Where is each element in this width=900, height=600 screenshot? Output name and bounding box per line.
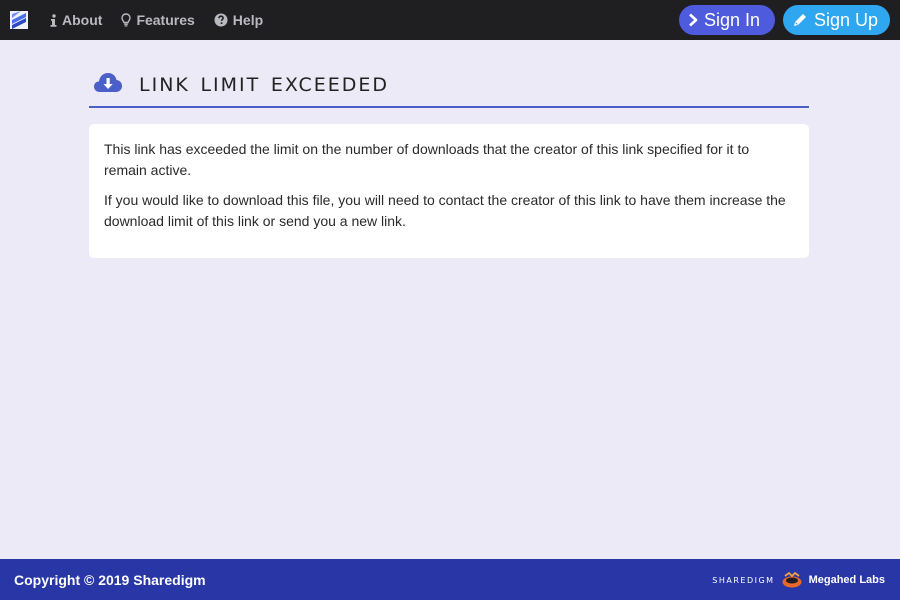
chevron-right-icon bbox=[688, 13, 698, 27]
nav-help-link[interactable]: Help bbox=[214, 12, 263, 28]
sign-up-button[interactable]: Sign Up bbox=[783, 5, 890, 35]
message-paragraph: This link has exceeded the limit on the … bbox=[104, 141, 750, 178]
sign-up-label: Sign Up bbox=[814, 9, 879, 30]
page-title: Link Limit Exceeded bbox=[139, 66, 389, 98]
question-circle-icon bbox=[214, 13, 228, 27]
nav-links: About Features Help bbox=[50, 0, 282, 40]
footer: Copyright © 2019 Sharedigm Sharedigm Meg… bbox=[0, 559, 900, 600]
megahed-labs-logo[interactable] bbox=[781, 571, 803, 588]
sharedigm-wordmark[interactable]: Sharedigm bbox=[712, 573, 774, 586]
page-heading: Link Limit Exceeded bbox=[89, 62, 809, 108]
lightbulb-icon bbox=[121, 13, 132, 27]
sign-in-label: Sign In bbox=[704, 9, 761, 30]
sharedigm-logo-icon[interactable] bbox=[9, 10, 29, 30]
sign-in-button[interactable]: Sign In bbox=[679, 5, 775, 35]
copyright-text: Copyright © 2019 Sharedigm bbox=[14, 571, 206, 588]
nav-features-label: Features bbox=[136, 12, 195, 28]
message-paragraph: If you would like to download this file,… bbox=[104, 192, 786, 229]
megahed-labs-label[interactable]: Megahed Labs bbox=[809, 574, 885, 586]
nav-help-label: Help bbox=[232, 12, 264, 28]
message-card: This link has exceeded the limit on the … bbox=[89, 124, 809, 258]
auth-buttons: Sign In Sign Up bbox=[679, 5, 890, 35]
nav-features-link[interactable]: Features bbox=[121, 12, 195, 28]
footer-brands: Sharedigm Megahed Labs bbox=[712, 559, 885, 600]
top-navbar: About Features Help Sign In Sign Up bbox=[0, 0, 900, 40]
nav-about-link[interactable]: About bbox=[50, 12, 102, 28]
pencil-icon bbox=[792, 12, 808, 28]
cloud-download-icon bbox=[93, 71, 123, 93]
info-icon bbox=[50, 13, 57, 27]
nav-about-label: About bbox=[62, 12, 103, 28]
